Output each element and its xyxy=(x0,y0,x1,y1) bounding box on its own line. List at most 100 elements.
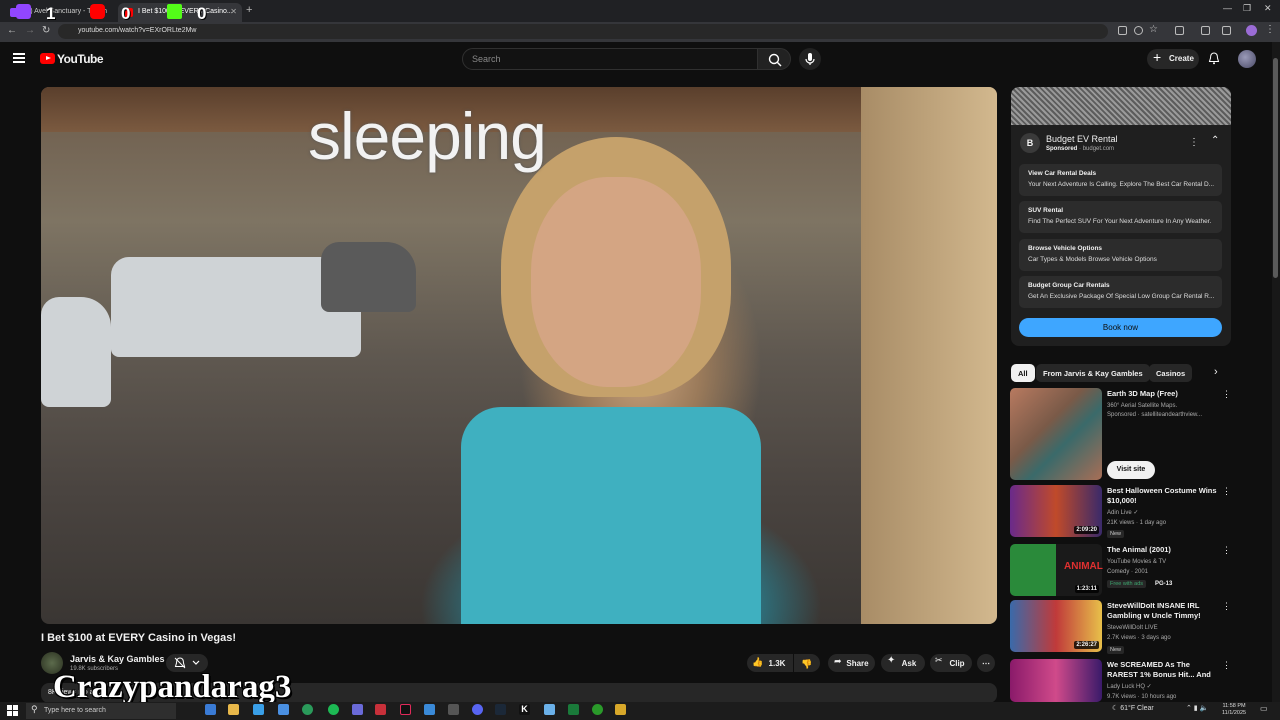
taskbar-app-icon[interactable] xyxy=(615,704,626,715)
xbox-icon[interactable] xyxy=(592,704,603,715)
search-input[interactable]: Search xyxy=(462,48,758,70)
ad-thumbnail-map[interactable] xyxy=(1010,388,1102,480)
collapse-chevron-icon[interactable]: ⌃ xyxy=(1211,135,1219,146)
rec-more-icon[interactable]: ⋮ xyxy=(1222,389,1231,400)
ad-link-4[interactable]: Budget Group Car Rentals Get An Exclusive… xyxy=(1019,276,1222,308)
maximize-icon[interactable]: ❐ xyxy=(1243,3,1251,14)
youtube-logo-text[interactable]: YouTube xyxy=(57,52,104,66)
notification-center-icon[interactable]: ▭ xyxy=(1260,704,1268,713)
rec-meta: 21K views · 1 day ago xyxy=(1107,520,1167,526)
rec-channel[interactable]: SteveWillDoIt LIVE xyxy=(1107,624,1219,633)
forward-icon[interactable]: → xyxy=(25,25,35,36)
rec-more-icon[interactable]: ⋮ xyxy=(1222,601,1231,612)
taskbar-app-icon[interactable] xyxy=(424,704,435,715)
sparkle-icon: ✦ xyxy=(887,655,896,666)
discord-icon[interactable] xyxy=(472,704,483,715)
ad-advertiser-name[interactable]: Budget EV Rental xyxy=(1046,134,1118,144)
youtube-counter: 0 xyxy=(121,4,131,23)
start-icon[interactable] xyxy=(7,705,18,716)
system-tray-icons[interactable]: ⌃ ▮ 🔈 xyxy=(1186,704,1208,712)
taskbar-app-icon[interactable] xyxy=(352,704,363,715)
taskbar-app-icon[interactable] xyxy=(448,704,459,715)
reload-icon[interactable]: ↻ xyxy=(42,25,50,36)
channel-name[interactable]: Jarvis & Kay Gambles xyxy=(70,654,165,664)
menu-icon[interactable] xyxy=(13,53,25,63)
chip-from-channel[interactable]: From Jarvis & Kay Gambles xyxy=(1036,364,1150,382)
minimize-icon[interactable]: — xyxy=(1223,3,1232,13)
scrollbar-thumb[interactable] xyxy=(1273,58,1278,278)
rec-thumbnail[interactable]: 2:26:27 xyxy=(1010,600,1102,652)
search-button[interactable] xyxy=(757,48,791,70)
taskbar-app-icon[interactable] xyxy=(544,704,555,715)
video-overlay-word: sleeping xyxy=(308,99,547,173)
ad-link-1[interactable]: View Car Rental Deals Your Next Adventure… xyxy=(1019,164,1222,196)
edge-icon[interactable] xyxy=(253,704,264,715)
taskbar-app-icon[interactable] xyxy=(278,704,289,715)
video-frame-pillar xyxy=(861,87,997,624)
rec-title[interactable]: Best Halloween Costume Wins $10,000! xyxy=(1107,486,1219,506)
notifications-bell-icon[interactable] xyxy=(1208,52,1220,65)
taskbar-app-icon[interactable] xyxy=(375,704,386,715)
taskbar-app-icon[interactable] xyxy=(568,704,579,715)
steam-icon[interactable] xyxy=(495,704,506,715)
ad-link-2[interactable]: SUV Rental Find The Perfect SUV For Your … xyxy=(1019,201,1222,233)
rec-channel[interactable]: Lady Luck HQ ✓ xyxy=(1107,683,1219,692)
browser-profile-icon[interactable] xyxy=(1246,25,1257,36)
rec-thumbnail[interactable]: 2:09:20 xyxy=(1010,485,1102,537)
rec-channel[interactable]: YouTube Movies & TV xyxy=(1107,558,1219,567)
tiktok-icon[interactable] xyxy=(400,704,411,715)
rec-channel[interactable]: Adin Live ✓ xyxy=(1107,509,1219,518)
streamer-watermark: Crazypandarag3 xyxy=(53,669,292,705)
spotify-icon[interactable] xyxy=(328,704,339,715)
kick-app-icon[interactable]: K xyxy=(519,704,530,715)
rec-thumbnail[interactable] xyxy=(1010,659,1102,702)
download-icon[interactable] xyxy=(1222,26,1231,35)
twitch-counter-icon xyxy=(16,4,31,19)
extensions-icon[interactable] xyxy=(1175,26,1184,35)
bookmark-star-icon[interactable]: ☆ xyxy=(1149,24,1158,35)
close-tab-icon[interactable]: ✕ xyxy=(230,7,237,16)
sidebar-icon[interactable] xyxy=(1201,26,1210,35)
chrome-icon[interactable] xyxy=(302,704,313,715)
back-icon[interactable]: ← xyxy=(7,25,17,36)
kick-counter: 0 xyxy=(197,4,207,23)
chip-all[interactable]: All xyxy=(1011,364,1035,382)
taskbar-search-input[interactable]: Type here to search xyxy=(26,703,176,719)
voice-search-button[interactable] xyxy=(799,48,821,70)
new-tab-button[interactable]: + xyxy=(246,4,252,16)
rec-title[interactable]: The Animal (2001) xyxy=(1107,545,1219,555)
file-explorer-icon[interactable] xyxy=(228,704,239,715)
rec-more-icon[interactable]: ⋮ xyxy=(1222,486,1231,497)
account-avatar[interactable] xyxy=(1238,50,1256,68)
chip-next-chevron-icon[interactable]: › xyxy=(1214,366,1218,378)
dislike-button[interactable]: 👎 xyxy=(794,654,820,672)
youtube-counter-icon xyxy=(90,4,105,19)
movie-thumbnail-word: ANIMAL xyxy=(1064,561,1103,572)
url-field[interactable]: youtube.com/watch?v=EXrORLte2Mw xyxy=(58,24,1108,39)
ad-logo[interactable]: B xyxy=(1020,133,1040,153)
ad-link-3[interactable]: Browse Vehicle Options Car Types & Models… xyxy=(1019,239,1222,271)
youtube-logo-icon[interactable] xyxy=(40,53,55,64)
zoom-icon[interactable] xyxy=(1134,26,1143,35)
rec-title[interactable]: Earth 3D Map (Free) xyxy=(1107,389,1219,399)
weather-moon-icon: ☾ xyxy=(1112,705,1119,712)
browser-menu-icon[interactable]: ⋮ xyxy=(1265,24,1275,35)
ad-banner-image[interactable] xyxy=(1011,87,1231,125)
taskbar-clock[interactable]: 11:58 PM 11/1/2025 xyxy=(1222,703,1246,717)
cast-icon[interactable] xyxy=(1118,26,1127,35)
taskbar-app-icon[interactable] xyxy=(205,704,216,715)
rec-title[interactable]: We SCREAMED As The RAREST 1% Bonus Hit..… xyxy=(1107,660,1219,680)
new-badge: New xyxy=(1107,646,1125,654)
ad-sponsored-line: Sponsored · budget.com xyxy=(1046,146,1115,152)
visit-site-button[interactable]: Visit site xyxy=(1107,461,1155,479)
book-now-button[interactable]: Book now xyxy=(1019,318,1222,337)
chip-casinos[interactable]: Casinos xyxy=(1149,364,1193,382)
rec-more-icon[interactable]: ⋮ xyxy=(1222,545,1231,556)
close-window-icon[interactable]: ✕ xyxy=(1264,3,1272,14)
rec-more-icon[interactable]: ⋮ xyxy=(1222,660,1231,671)
ad-more-icon[interactable]: ⋮ xyxy=(1189,137,1199,148)
weather-widget[interactable]: ☾ 61°F Clear xyxy=(1112,704,1154,712)
more-actions-button[interactable]: ⋯ xyxy=(977,654,995,672)
rec-title[interactable]: SteveWillDoIt INSANE IRL Gambling w Uncl… xyxy=(1107,601,1219,621)
twitch-counter: 1 xyxy=(46,4,56,23)
